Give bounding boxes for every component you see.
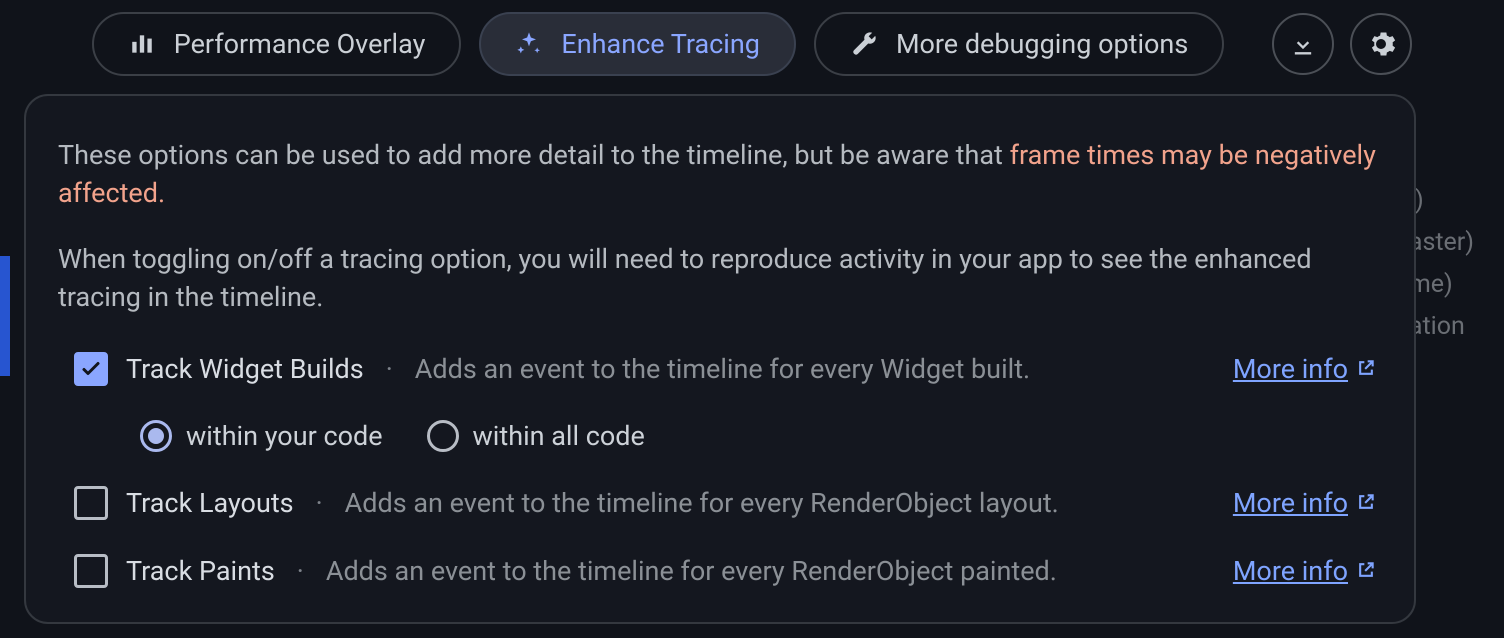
external-link-icon <box>1356 353 1376 385</box>
radio-label: within your code <box>186 420 383 452</box>
settings-button[interactable] <box>1350 13 1412 75</box>
more-info-link[interactable]: More info <box>1233 487 1382 519</box>
intro-period: . <box>158 177 165 209</box>
radio-within-your-code[interactable]: within your code <box>140 420 383 452</box>
toolbar-right-buttons <box>1272 13 1412 75</box>
checkbox-track-widget-builds[interactable] <box>74 352 108 386</box>
gear-icon <box>1366 29 1396 59</box>
external-link-icon <box>1356 555 1376 587</box>
more-info-link[interactable]: More info <box>1233 353 1382 385</box>
option-description: Adds an event to the timeline for every … <box>345 487 1059 519</box>
track-widget-builds-scope: within your code within all code <box>58 420 1382 452</box>
more-info-label: More info <box>1233 353 1348 385</box>
more-info-label: More info <box>1233 555 1348 587</box>
background-legend-fragments: l) aster) me) ation <box>1409 180 1474 348</box>
selection-indicator <box>0 256 10 376</box>
option-label: Track Layouts <box>126 487 294 519</box>
radio-within-all-code[interactable]: within all code <box>427 420 645 452</box>
tab-enhance-tracing[interactable]: Enhance Tracing <box>479 12 796 76</box>
radio-indicator <box>140 420 172 452</box>
option-label: Track Widget Builds <box>126 353 364 385</box>
toolbar-tabs: Performance Overlay Enhance Tracing More… <box>0 8 1504 80</box>
separator-dot: · <box>382 353 397 385</box>
radio-label: within all code <box>473 420 645 452</box>
more-info-link[interactable]: More info <box>1233 555 1382 587</box>
enhance-tracing-panel: These options can be used to add more de… <box>24 94 1416 624</box>
intro-text: These options can be used to add more de… <box>58 139 1010 171</box>
option-track-paints: Track Paints · Adds an event to the time… <box>58 554 1382 588</box>
tab-label: Performance Overlay <box>174 28 426 60</box>
radio-indicator <box>427 420 459 452</box>
external-link-icon <box>1356 487 1376 519</box>
wrench-icon <box>850 30 878 58</box>
bar-chart-icon <box>128 30 156 58</box>
option-label: Track Paints <box>126 555 275 587</box>
tab-performance-overlay[interactable]: Performance Overlay <box>92 12 462 76</box>
option-description: Adds an event to the timeline for every … <box>415 353 1030 385</box>
checkbox-track-layouts[interactable] <box>74 486 108 520</box>
option-track-layouts: Track Layouts · Adds an event to the tim… <box>58 486 1382 520</box>
separator-dot: · <box>293 555 308 587</box>
option-track-widget-builds: Track Widget Builds · Adds an event to t… <box>58 352 1382 386</box>
sparkles-icon <box>515 30 543 58</box>
separator-dot: · <box>312 487 327 519</box>
checkbox-track-paints[interactable] <box>74 554 108 588</box>
intro-second-paragraph: When toggling on/off a tracing option, y… <box>58 243 1312 313</box>
tab-more-debugging-options[interactable]: More debugging options <box>814 12 1224 76</box>
option-description: Adds an event to the timeline for every … <box>326 555 1057 587</box>
download-icon <box>1289 30 1317 58</box>
download-button[interactable] <box>1272 13 1334 75</box>
more-info-label: More info <box>1233 487 1348 519</box>
panel-intro: These options can be used to add more de… <box>58 136 1382 316</box>
tracing-options-list: Track Widget Builds · Adds an event to t… <box>58 352 1382 588</box>
tab-label: More debugging options <box>896 28 1188 60</box>
tab-label: Enhance Tracing <box>561 28 760 60</box>
